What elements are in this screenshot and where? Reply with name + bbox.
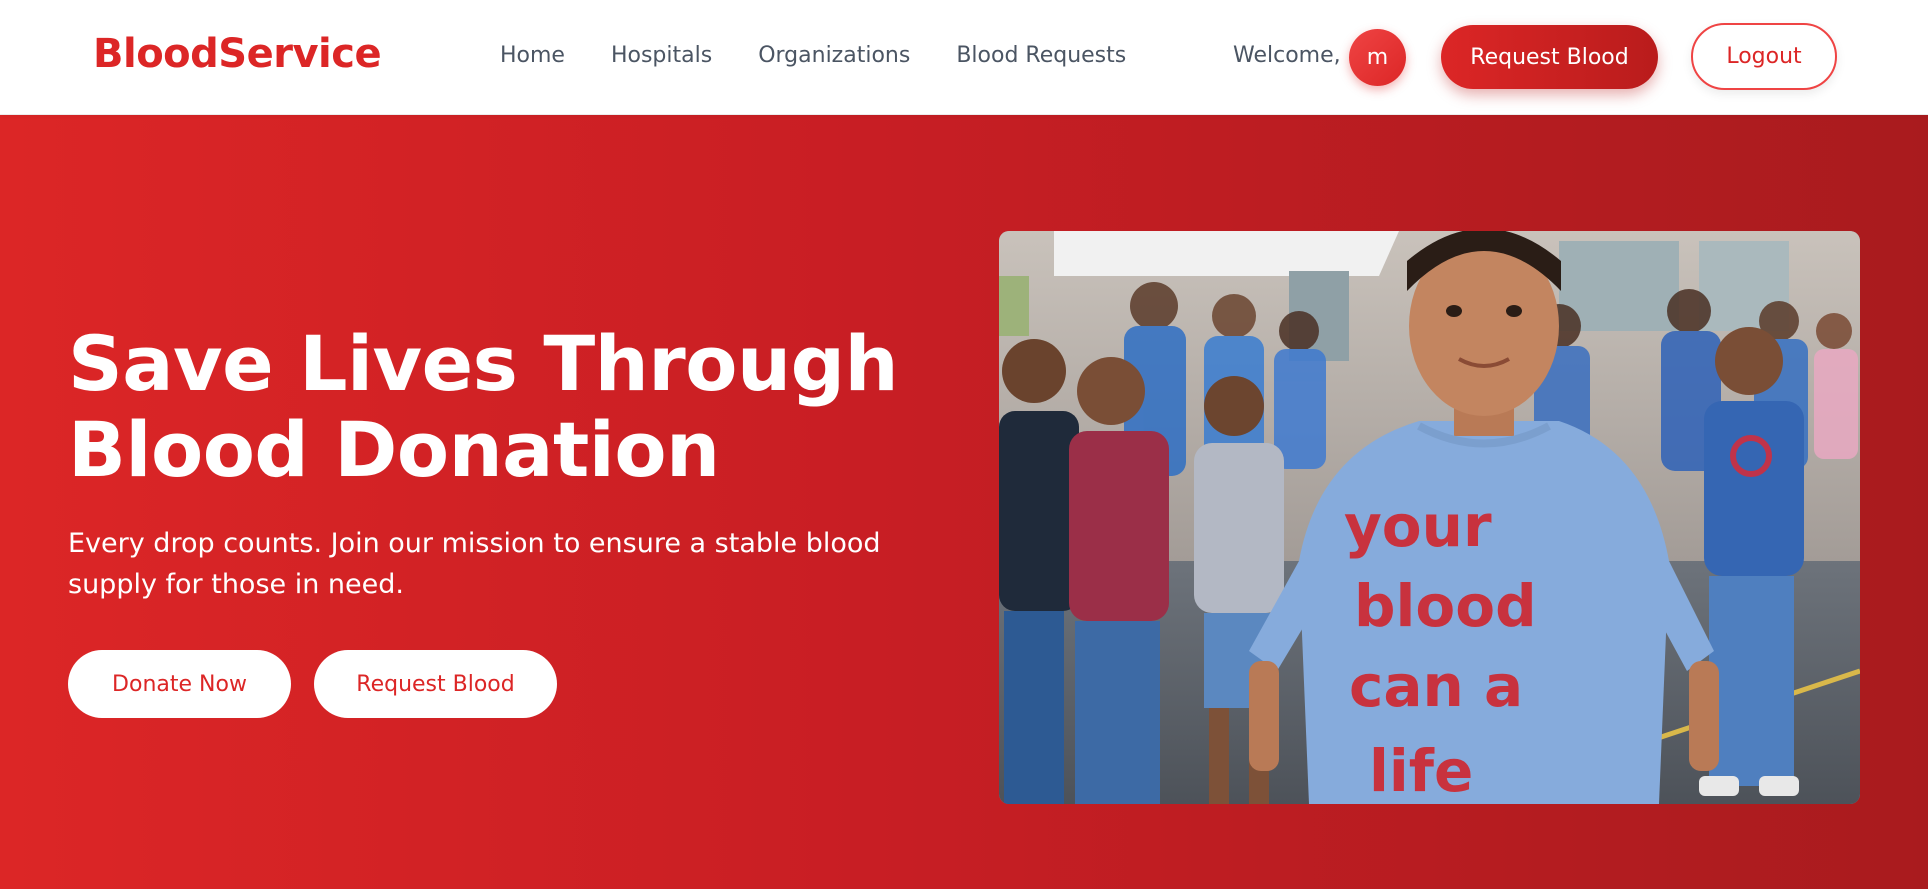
- user-avatar[interactable]: m: [1349, 29, 1406, 86]
- donate-now-button[interactable]: Donate Now: [68, 650, 291, 718]
- nav-link-blood-requests[interactable]: Blood Requests: [956, 43, 1126, 68]
- shirt-text-line-2: blood: [1354, 572, 1537, 640]
- nav-link-home[interactable]: Home: [500, 43, 565, 68]
- hero-photo-illustration: your blood can a life: [999, 231, 1860, 804]
- shirt-text-line-3: can a: [1349, 652, 1523, 720]
- hero-request-blood-button[interactable]: Request Blood: [314, 650, 557, 718]
- welcome-text: Welcome,: [1233, 43, 1341, 68]
- nav-link-hospitals[interactable]: Hospitals: [611, 43, 712, 68]
- nav-request-blood-button[interactable]: Request Blood: [1441, 25, 1658, 89]
- main-nav: Home Hospitals Organizations Blood Reque…: [500, 43, 1126, 68]
- brand-logo[interactable]: BloodService: [93, 30, 382, 78]
- hero-title: Save Lives Through Blood Donation: [68, 319, 899, 494]
- top-navbar: BloodService Home Hospitals Organization…: [0, 0, 1928, 115]
- hero-photo: your blood can a life: [999, 231, 1860, 804]
- hero-section: Save Lives Through Blood Donation Every …: [0, 115, 1928, 889]
- shirt-text-line-4: life: [1369, 737, 1473, 804]
- shirt-text-line-1: your: [1344, 492, 1492, 560]
- hero-subtitle: Every drop counts. Join our mission to e…: [68, 528, 881, 600]
- nav-link-organizations[interactable]: Organizations: [758, 43, 910, 68]
- avatar-initial: m: [1366, 45, 1389, 70]
- logout-button[interactable]: Logout: [1691, 23, 1837, 90]
